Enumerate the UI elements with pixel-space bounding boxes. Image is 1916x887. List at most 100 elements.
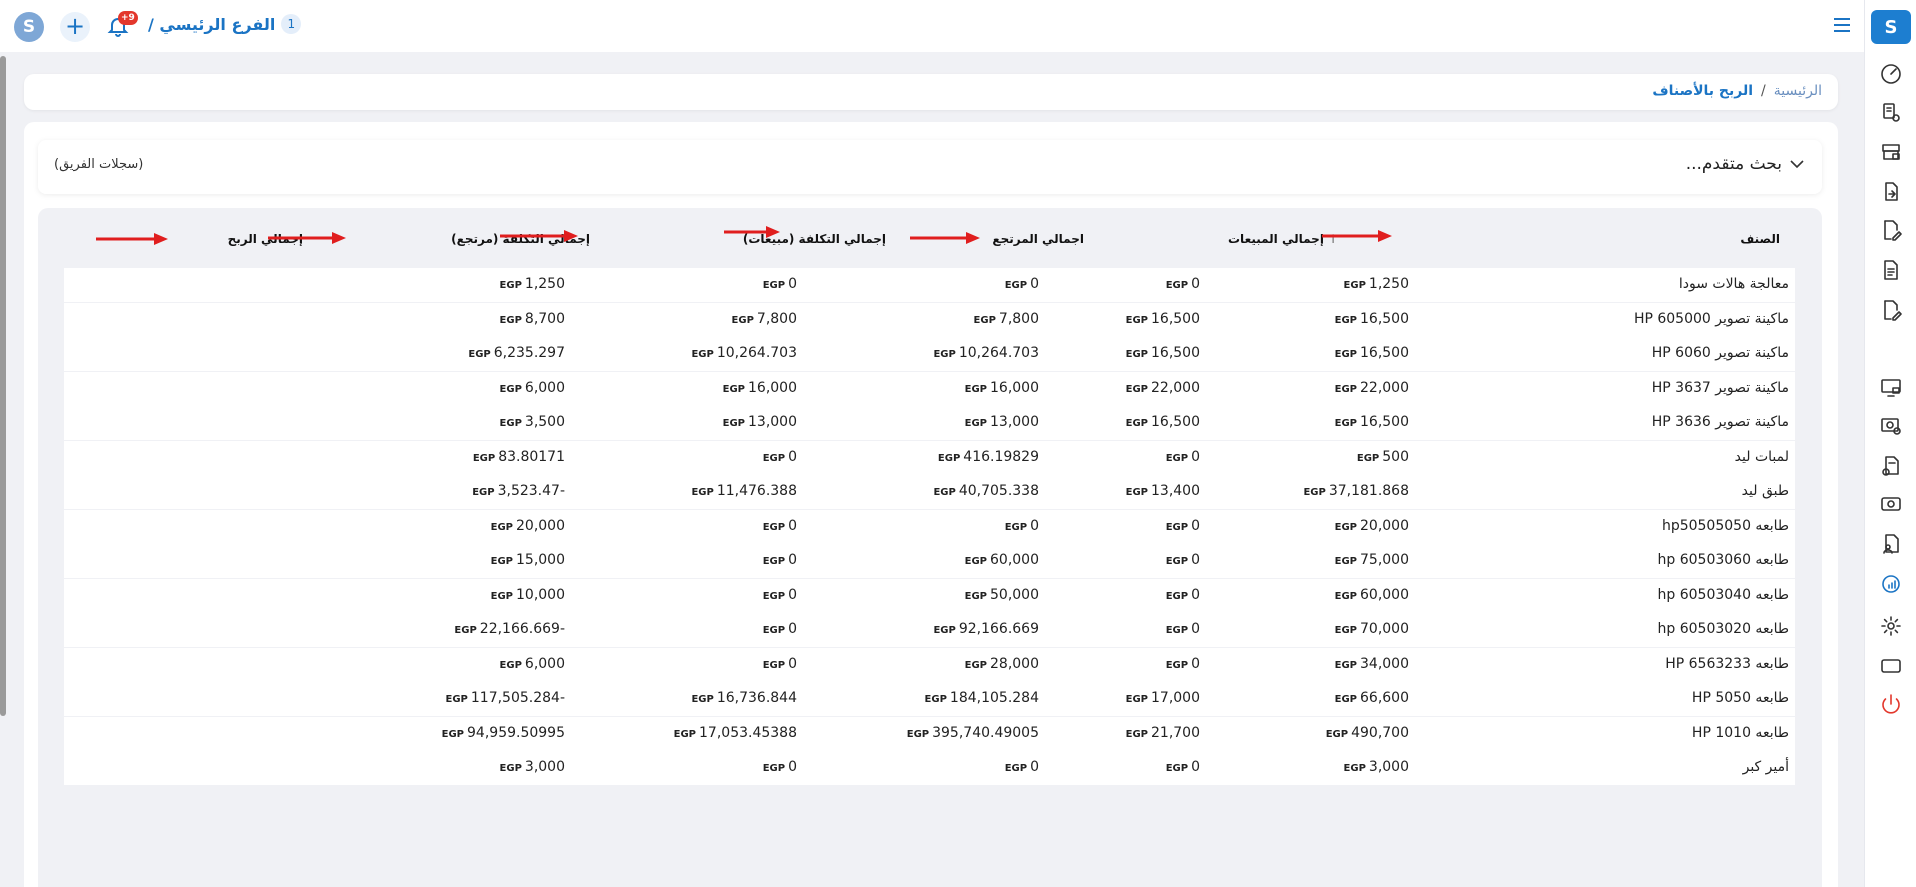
currency-label: EGP	[964, 383, 987, 395]
sidebar-item-13[interactable]	[1877, 612, 1905, 640]
advanced-search-bar[interactable]: بحث متقدم... (سجلات الفريق)	[38, 140, 1822, 194]
table-row[interactable]: ماكينة تصوير HP 3637 EGP 22,000 EGP 22,000 EG…	[64, 371, 1795, 406]
sidebar-item-14[interactable]	[1877, 652, 1905, 680]
cell-value: 0	[1191, 448, 1200, 465]
table-row[interactable]: ماكينة تصوير HP 3636 EGP 16,500 EGP 16,500 EG…	[64, 406, 1795, 440]
cell-profit: EGP 3,000	[500, 759, 565, 775]
cell-cost-returns: EGP 16,736.844	[691, 690, 797, 706]
table-row[interactable]: طابعه HP 1010 EGP 490,700 EGP 21,700 EGP 395,7…	[64, 716, 1795, 751]
currency-label: EGP	[1125, 694, 1148, 705]
cell-value: 6,235.297	[493, 345, 565, 361]
currency-label: EGP	[722, 383, 745, 395]
column-header-item[interactable]: الصنف	[1740, 232, 1780, 246]
sidebar-item-11[interactable]	[1877, 530, 1905, 558]
breadcrumb-current: الربح بالأصناف	[1652, 83, 1754, 99]
sidebar-item-9[interactable]	[1877, 452, 1905, 480]
add-button[interactable]: +	[60, 12, 90, 42]
table-row[interactable]: طابعه hp 60503060 EGP 75,000 EGP 0 EGP 60,000 E…	[64, 544, 1795, 578]
user-doc-icon	[1883, 534, 1899, 554]
advanced-search-toggle[interactable]: بحث متقدم...	[1686, 154, 1804, 174]
cell-value: 0	[788, 276, 797, 292]
file-transfer-icon	[1885, 182, 1898, 201]
table-row[interactable]: طبق ليد EGP 37,181.868 EGP 13,400 EGP 40,705.3…	[64, 475, 1795, 509]
team-records-label: (سجلات الفريق)	[54, 157, 144, 172]
cell-value: 0	[1191, 586, 1200, 603]
annotation-arrow	[500, 230, 578, 242]
cell-returns: EGP 16,500	[1126, 345, 1200, 361]
cell-value: 40,705.338	[958, 483, 1039, 499]
profit-table: الصنف ↑إجمالي المبيعات اجمالي المرتجع إج…	[38, 208, 1822, 887]
cell-sales: EGP 37,181.868	[1303, 483, 1409, 499]
sidebar-item-3[interactable]	[1877, 178, 1905, 206]
currency-label: EGP	[445, 694, 468, 705]
app-logo[interactable]: S	[14, 12, 44, 42]
table-row[interactable]: طابعه HP 5050 EGP 66,600 EGP 17,000 EGP 184,10…	[64, 682, 1795, 716]
cell-profit: EGP 117,505.284-	[446, 690, 566, 706]
cell-cost-returns: EGP 0	[763, 518, 797, 534]
table-row[interactable]: طابعه hp 60503040 EGP 60,000 EGP 0 EGP 50,000 E…	[64, 578, 1795, 613]
column-header-total-returns[interactable]: اجمالي المرتجع	[992, 232, 1084, 246]
cell-value: 490,700	[1351, 724, 1409, 741]
table-row[interactable]: طابعه HP 6563233 EGP 34,000 EGP 0 EGP 28,000 EG…	[64, 647, 1795, 682]
currency-label: EGP	[1334, 659, 1357, 671]
sidebar-item-5[interactable]	[1877, 256, 1905, 284]
cell-value: 16,500	[1151, 310, 1200, 327]
currency-label: EGP	[964, 659, 987, 671]
sidebar-item-12[interactable]	[1877, 570, 1905, 598]
cell-item-name: معالجة هالات سودا	[1678, 276, 1789, 292]
page-scrollbar[interactable]	[0, 56, 6, 716]
sidebar: S	[1864, 0, 1916, 887]
currency-label: EGP	[1334, 556, 1357, 567]
table-row[interactable]: ماكينة تصوير HP 605000 EGP 16,500 EGP 16,500…	[64, 302, 1795, 337]
sidebar-item-10[interactable]	[1877, 490, 1905, 518]
currency-label: EGP	[499, 418, 522, 429]
cell-value: 3,500	[524, 414, 565, 430]
cell-cost-sales: EGP 16,000	[965, 380, 1039, 396]
currency-label: EGP	[1165, 625, 1189, 636]
table-row[interactable]: طابعه hp50505050 EGP 20,000 EGP 0 EGP 0 EGP 0 EGP…	[64, 509, 1795, 544]
table-row[interactable]: لمبات ليد EGP 500 EGP 0 EGP 416.19829 EGP 0 EGP 83…	[64, 440, 1795, 475]
cell-value: 28,000	[990, 655, 1039, 672]
sidebar-item-7[interactable]	[1877, 374, 1905, 402]
table-row[interactable]: أمير كبر EGP 3,000 EGP 0 EGP 0 EGP 0 EGP 3,000	[64, 751, 1795, 785]
cell-value: 60,000	[990, 552, 1039, 568]
cell-returns: EGP 0	[1166, 276, 1200, 292]
breadcrumb-home[interactable]: الرئيسية	[1774, 83, 1822, 99]
currency-label: EGP	[1004, 763, 1028, 774]
sidebar-logo[interactable]: S	[1871, 10, 1911, 44]
cell-value: 17,053.45388	[699, 724, 797, 741]
sidebar-item-4[interactable]	[1877, 216, 1905, 244]
menu-icon[interactable]	[1832, 16, 1852, 34]
currency-label: EGP	[1165, 280, 1189, 291]
cell-cost-returns: EGP 17,053.45388	[674, 725, 797, 741]
cell-profit: EGP 3,500	[500, 414, 565, 430]
cell-value: 20,000	[1360, 517, 1409, 534]
currency-label: EGP	[1334, 418, 1357, 429]
table-row[interactable]: ماكينة تصوير HP 6060 EGP 16,500 EGP 16,500 EG…	[64, 337, 1795, 371]
table-row[interactable]: معالجة هالات سودا EGP 1,250 EGP 0 EGP 0 EGP 0 EGP…	[64, 268, 1795, 302]
cell-cost-sales: EGP 92,166.669	[933, 621, 1039, 637]
currency-label: EGP	[973, 314, 996, 326]
cell-cost-sales: EGP 416.19829	[938, 449, 1039, 465]
cell-value: 10,000	[516, 586, 565, 603]
cell-value: 0	[788, 655, 797, 672]
cell-item-name: طابعه hp 60503020	[1657, 621, 1789, 637]
sidebar-item-0[interactable]	[1877, 60, 1905, 88]
cell-profit: EGP 6,000	[500, 656, 565, 672]
annotation-arrow	[268, 232, 346, 244]
top-bar: S + +9 1 الفرع الرئيسي /	[0, 0, 1864, 52]
branch-selector[interactable]: 1 الفرع الرئيسي /	[148, 14, 302, 34]
cell-sales: EGP 490,700	[1326, 725, 1409, 741]
cell-cost-sales: EGP 0	[1005, 276, 1039, 292]
sidebar-item-2[interactable]	[1877, 138, 1905, 166]
cell-sales: EGP 16,500	[1335, 311, 1409, 327]
sidebar-item-1[interactable]	[1877, 98, 1905, 126]
currency-label: EGP	[762, 590, 786, 602]
sidebar-item-8[interactable]	[1877, 412, 1905, 440]
sidebar-item-6[interactable]	[1877, 296, 1905, 324]
currency-label: EGP	[441, 728, 465, 740]
table-row[interactable]: طابعه hp 60503020 EGP 70,000 EGP 0 EGP 92,166.…	[64, 613, 1795, 647]
cell-value: 3,523.47-	[497, 483, 565, 499]
sidebar-item-15[interactable]	[1877, 690, 1905, 718]
cash-icon	[1881, 497, 1901, 511]
